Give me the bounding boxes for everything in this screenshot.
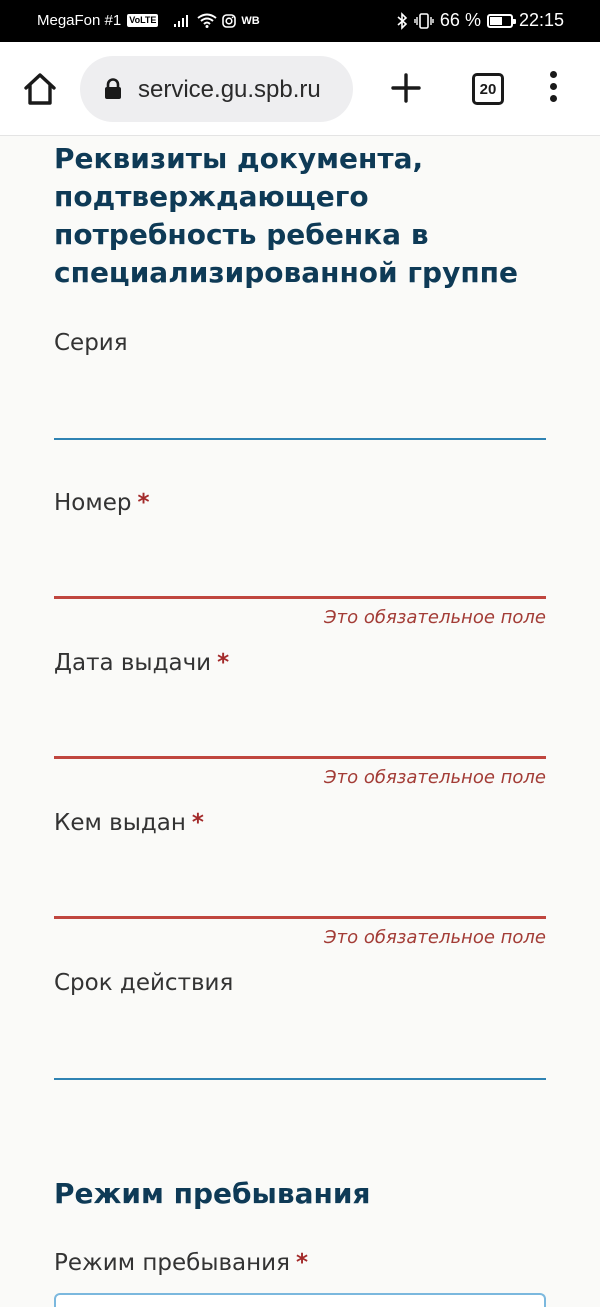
issued-by-underline <box>54 916 546 919</box>
overflow-menu-icon[interactable] <box>545 71 561 107</box>
validity-input[interactable] <box>54 1035 546 1075</box>
field-label-text: Номер <box>54 490 132 516</box>
number-error-message: Это обязательное поле <box>324 607 546 628</box>
carrier-name: MegaFon #1 <box>37 12 122 29</box>
field-label-series: Серия <box>54 330 128 356</box>
battery-percent: 66 % <box>439 10 481 30</box>
status-bar: MegaFon #1 VoLTE WB 66 % 22:15 <box>0 0 600 42</box>
address-bar[interactable]: service.gu.spb.ru <box>80 56 353 122</box>
issue-date-input[interactable] <box>54 714 546 754</box>
signal-icon <box>174 14 189 27</box>
bluetooth-icon <box>397 11 408 30</box>
status-right: 66 % 22:15 <box>396 10 564 31</box>
vibrate-icon <box>414 12 434 29</box>
field-label-number: Номер * <box>54 490 150 516</box>
field-label-text: Кем выдан <box>54 810 186 836</box>
required-asterisk: * <box>191 810 204 836</box>
section-title-stay-mode: Режим пребывания <box>54 1177 371 1210</box>
number-underline <box>54 596 546 599</box>
validity-underline <box>54 1078 546 1080</box>
instagram-icon <box>222 13 237 28</box>
series-input[interactable] <box>54 395 546 435</box>
battery-icon <box>486 13 516 28</box>
field-label-text: Дата выдачи <box>54 650 212 676</box>
field-label-issued-by: Кем выдан * <box>54 810 204 836</box>
field-label-stay-mode: Режим пребывания * <box>54 1250 308 1276</box>
required-asterisk: * <box>137 490 150 516</box>
number-input[interactable] <box>54 554 546 594</box>
section-title-document: Реквизиты документа, подтверждающего пот… <box>54 142 519 289</box>
clock: 22:15 <box>518 10 564 30</box>
wb-icon: WB <box>241 14 260 27</box>
field-label-issue-date: Дата выдачи * <box>54 650 229 676</box>
url-text: service.gu.spb.ru <box>138 76 321 103</box>
field-label-validity: Срок действия <box>54 970 233 996</box>
browser-toolbar: service.gu.spb.ru 20 <box>0 42 600 136</box>
volte-badge: VoLTE <box>127 14 159 27</box>
issued-by-input[interactable] <box>54 874 546 914</box>
home-icon[interactable] <box>22 71 58 107</box>
tab-switcher-button[interactable]: 20 <box>472 73 504 105</box>
lock-icon <box>105 78 121 99</box>
issue-date-underline <box>54 756 546 759</box>
new-tab-icon[interactable] <box>390 72 422 104</box>
status-left: MegaFon #1 VoLTE WB <box>37 12 260 29</box>
wifi-icon <box>197 13 218 28</box>
issue-date-error-message: Это обязательное поле <box>324 767 546 788</box>
field-label-text: Срок действия <box>54 970 234 996</box>
required-asterisk: * <box>217 650 230 676</box>
series-underline <box>54 438 546 440</box>
required-asterisk: * <box>295 1250 308 1276</box>
issued-by-error-message: Это обязательное поле <box>324 927 546 948</box>
stay-mode-select[interactable] <box>54 1293 546 1307</box>
field-label-text: Режим пребывания <box>54 1250 290 1276</box>
field-label-text: Серия <box>54 330 128 356</box>
